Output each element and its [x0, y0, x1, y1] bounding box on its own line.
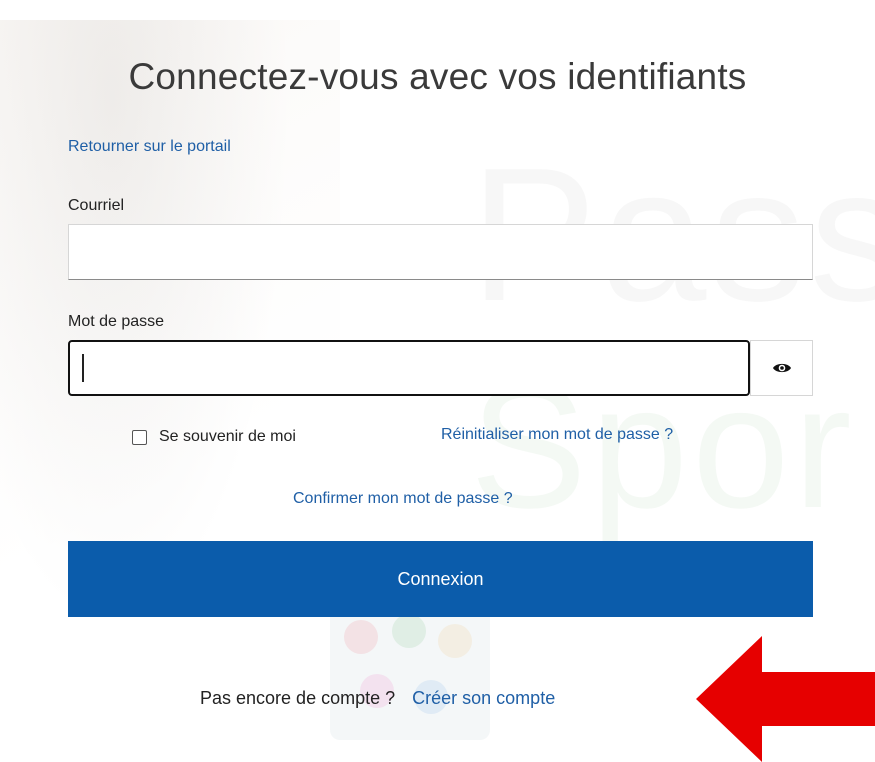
- show-password-button[interactable]: [750, 340, 813, 396]
- email-label: Courriel: [68, 197, 125, 214]
- signup-row: Pas encore de compte ? Créer son compte: [200, 688, 555, 709]
- return-to-portal-link[interactable]: Retourner sur le portail: [68, 138, 231, 156]
- palette-dot: [344, 620, 378, 654]
- email-field[interactable]: [68, 224, 813, 280]
- palette-dot: [392, 614, 426, 648]
- remember-me-label: Se souvenir de moi: [159, 428, 296, 445]
- password-field[interactable]: [68, 340, 750, 396]
- password-label: Mot de passe: [68, 313, 165, 330]
- confirm-password-link[interactable]: Confirmer mon mot de passe ?: [293, 490, 513, 508]
- background-paint-palette: [330, 600, 490, 740]
- eye-icon: [772, 363, 791, 373]
- reset-password-link[interactable]: Réinitialiser mon mot de passe ?: [441, 426, 673, 444]
- remember-me[interactable]: Se souvenir de moi: [132, 428, 296, 446]
- palette-dot: [438, 624, 472, 658]
- login-button[interactable]: Connexion: [68, 541, 813, 617]
- remember-me-checkbox[interactable]: [132, 429, 147, 445]
- signup-prompt: Pas encore de compte ?: [200, 688, 396, 708]
- red-arrow-annotation: [696, 636, 875, 762]
- page-title: Connectez-vous avec vos identifiants: [128, 56, 747, 97]
- create-account-link[interactable]: Créer son compte: [412, 688, 555, 708]
- text-cursor: [82, 354, 84, 382]
